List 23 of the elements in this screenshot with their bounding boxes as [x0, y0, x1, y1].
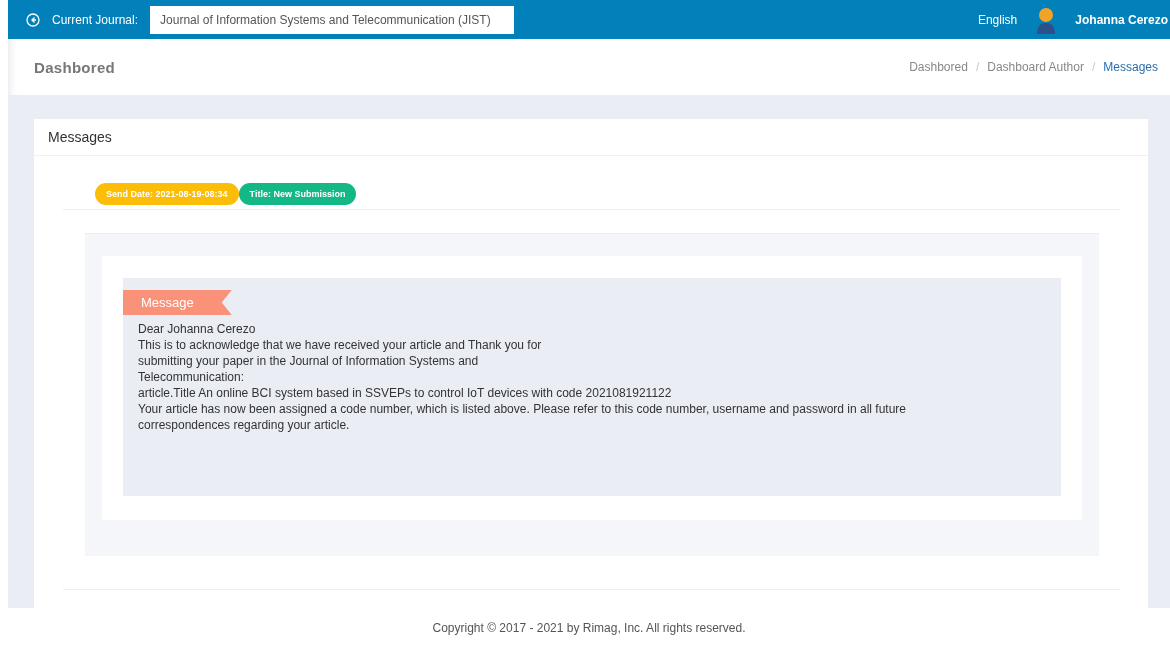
message-text: submitting your paper in the Journal of Information Systems and: [138, 353, 480, 369]
message-text: Dear Johanna Cerezo: [138, 321, 257, 337]
journal-label: Current Journal:: [52, 12, 139, 27]
message-text: Telecommunication:: [138, 369, 246, 385]
breadcrumb-link[interactable]: Dashboard Author: [987, 60, 1084, 74]
message-tag: Title: New Submission: [238, 183, 357, 205]
back-icon[interactable]: [26, 12, 40, 27]
breadcrumb-link[interactable]: Dashbored: [909, 60, 968, 74]
copyright-text: Copyright © 2017 - 2021 by Rimag, Inc. All rights reserved.: [431, 620, 747, 637]
avatar-icon: [1035, 5, 1058, 34]
message-text: Your article has now been assigned a code number, which is listed above. Please refer to this code number, username and password in all future correspondences regarding your article.: [138, 401, 907, 433]
card-title: Messages: [34, 119, 1148, 156]
message-tag: Send Date: 2021-08-19-08:34: [95, 183, 239, 205]
page-title: Dashbored: [34, 58, 116, 76]
breadcrumb-link[interactable]: Messages: [1103, 60, 1158, 74]
message-text: article.Title An online BCI system based in SSVEPs to control IoT devices with code 2021081921122: [138, 385, 673, 401]
breadcrumb-separator: /: [975, 60, 980, 74]
message-text: This is to acknowledge that we have received your article and Thank you for: [138, 337, 543, 353]
journal-field[interactable]: Journal of Information Systems and Telecommunication (JIST): [150, 5, 515, 34]
breadcrumb-separator: /: [1091, 60, 1096, 74]
language-link[interactable]: English: [977, 12, 1018, 27]
user-name[interactable]: Johanna Cerezo: [1075, 12, 1168, 27]
message-ribbon: Message: [123, 290, 232, 315]
